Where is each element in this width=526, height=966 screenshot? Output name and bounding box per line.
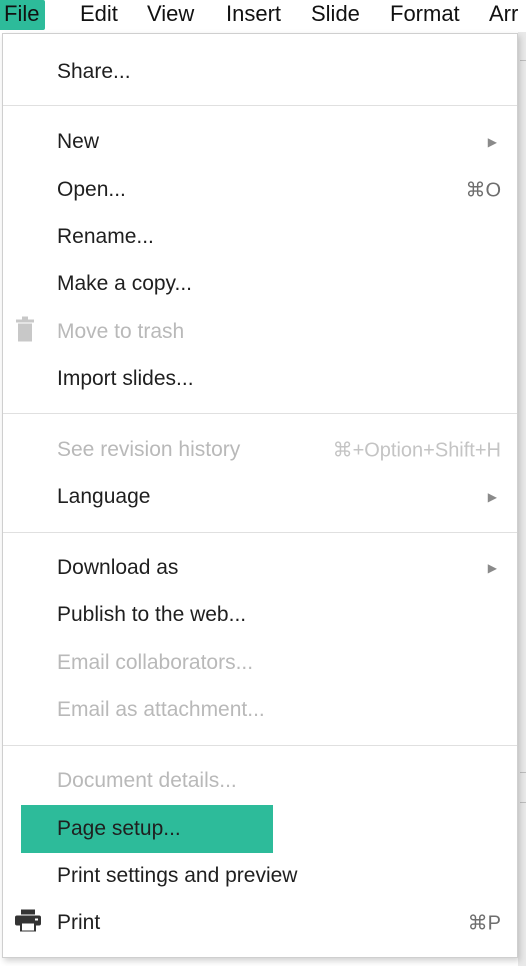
menu-item-label: Language [57,485,151,508]
menu-divider [3,532,517,533]
menu-item-language[interactable]: Language ▶ [3,475,517,519]
menu-item-new[interactable]: New ▶ [3,120,517,164]
menu-item-document-details[interactable]: Document details... [3,759,517,803]
submenu-arrow-icon: ▶ [487,490,497,504]
menu-item-email-collaborators[interactable]: Email collaborators... [3,641,517,685]
menu-item-label: Print settings and preview [57,864,298,887]
menu-divider [3,413,517,414]
menu-divider [3,105,517,106]
menu-bar: File Edit View Insert Slide Format Arr [0,0,526,32]
printer-icon [15,909,41,937]
menu-item-print-settings[interactable]: Print settings and preview [3,854,517,898]
menu-item-label: Email as attachment... [57,698,265,721]
menu-divider [3,745,517,746]
menu-item-label: Make a copy... [57,272,193,295]
menu-view[interactable]: View [147,0,194,30]
menu-slide[interactable]: Slide [311,0,360,30]
menu-item-move-to-trash[interactable]: Move to trash [3,310,517,354]
menu-item-page-setup[interactable]: Page setup... [3,807,517,851]
shortcut-revision-history: ⌘+Option+Shift+H [332,439,501,462]
submenu-arrow-icon: ▶ [487,561,497,575]
shortcut-open: ⌘O [465,179,501,202]
menu-item-label: New [57,130,100,153]
menu-item-label: Rename... [57,225,154,248]
menu-item-label: Email collaborators... [57,651,254,674]
menu-item-label: Publish to the web... [57,603,247,626]
menu-item-revision-history[interactable]: See revision history ⌘+Option+Shift+H [3,428,517,472]
menu-arrange[interactable]: Arr [489,0,518,30]
background-edge [518,32,526,966]
menu-item-label: Open... [57,178,126,201]
menu-item-label: Download as [57,556,179,579]
menu-item-rename[interactable]: Rename... [3,215,517,259]
menu-item-print[interactable]: Print ⌘P [3,901,517,945]
menu-format[interactable]: Format [390,0,460,30]
shortcut-print: ⌘P [467,912,501,935]
menu-edit[interactable]: Edit [80,0,118,30]
trash-icon [15,316,35,348]
menu-file[interactable]: File [0,0,46,30]
menu-item-email-attachment[interactable]: Email as attachment... [3,688,517,732]
menu-item-share[interactable]: Share... [3,50,517,94]
submenu-arrow-icon: ▶ [487,135,497,149]
menu-item-label: Page setup... [57,817,181,840]
menu-insert[interactable]: Insert [226,0,281,30]
menu-item-label: See revision history [57,438,241,461]
menu-item-make-copy[interactable]: Make a copy... [3,262,517,306]
menu-item-label: Move to trash [57,320,185,343]
menu-item-label: Share... [57,60,131,83]
menu-item-label: Import slides... [57,367,194,390]
menu-item-download-as[interactable]: Download as ▶ [3,546,517,590]
menu-item-import-slides[interactable]: Import slides... [3,357,517,401]
file-menu-dropdown: Share... New ▶ Open... ⌘O Rename... Make… [2,33,518,958]
menu-item-label: Document details... [57,769,237,792]
menu-item-open[interactable]: Open... ⌘O [3,168,517,212]
menu-item-publish[interactable]: Publish to the web... [3,593,517,637]
menu-item-label: Print [57,911,101,934]
